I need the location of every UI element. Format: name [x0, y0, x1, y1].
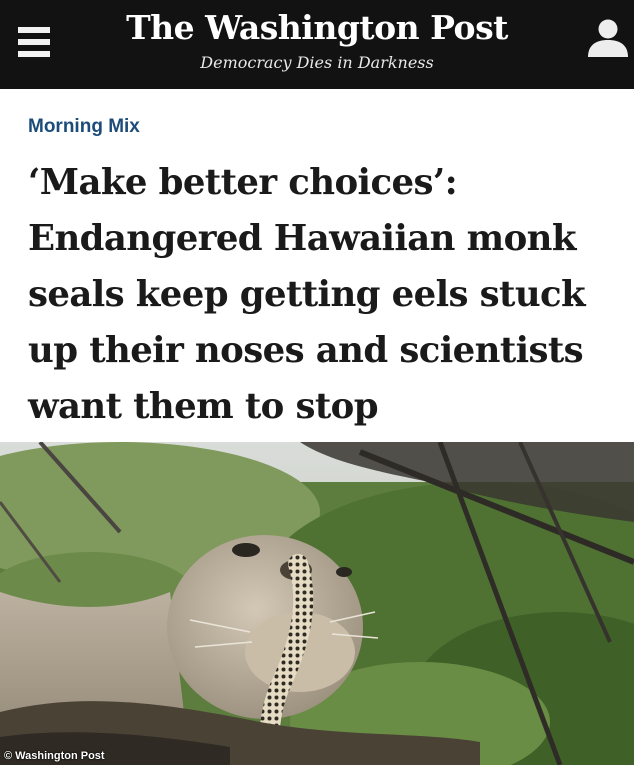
photo-credit: © Washington Post: [4, 750, 105, 762]
menu-bar-line: [18, 27, 50, 33]
headline-line: ‘Make better choices’:: [28, 162, 458, 203]
hamburger-menu-icon[interactable]: [18, 23, 50, 61]
top-navigation-bar: The Washington Post Democracy Dies in Da…: [0, 0, 634, 89]
monk-seal-with-eel-image: [0, 442, 634, 765]
masthead-logo[interactable]: The Washington Post: [100, 6, 534, 50]
section-label[interactable]: Morning Mix: [28, 114, 140, 140]
headline-line: seals keep getting eels stuck: [28, 274, 586, 315]
headline-line: want them to stop: [28, 386, 379, 427]
menu-bar-line: [18, 39, 50, 45]
headline-line: up their noses and scientists: [28, 330, 584, 371]
article-headline: ‘Make better choices’: Endangered Hawaii…: [28, 155, 628, 435]
masthead-tagline: Democracy Dies in Darkness: [200, 53, 434, 72]
menu-bar-line: [18, 51, 50, 57]
headline-line: Endangered Hawaiian monk: [28, 218, 576, 259]
article-page: The Washington Post Democracy Dies in Da…: [0, 0, 634, 765]
user-account-icon[interactable]: [586, 18, 630, 58]
article-photo: © Washington Post: [0, 442, 634, 765]
